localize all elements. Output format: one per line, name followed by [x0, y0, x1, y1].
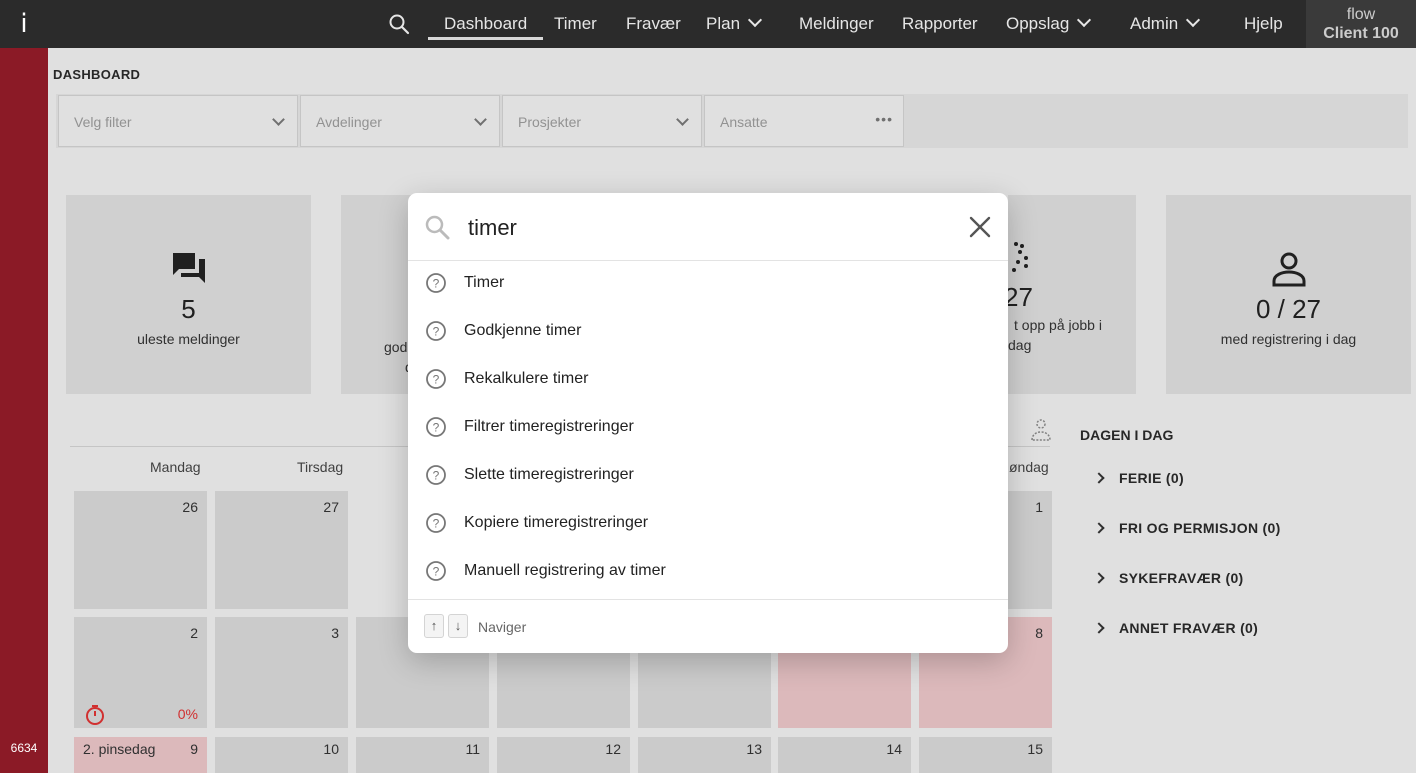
left-rail: i 6634 [0, 0, 48, 773]
nav-dashboard[interactable]: Dashboard [444, 0, 527, 48]
arrow-down-key: ↓ [448, 614, 468, 638]
result-label: Slette timeregistreringer [464, 466, 634, 483]
search-result[interactable]: ? Slette timeregistreringer [408, 453, 1008, 501]
search-result[interactable]: ? Rekalkulere timer [408, 357, 1008, 405]
help-icon: ? [426, 273, 446, 293]
chevron-down-icon [1186, 12, 1201, 28]
close-icon[interactable] [968, 215, 992, 239]
search-result[interactable]: ? Manuell registrering av timer [408, 549, 1008, 597]
svg-text:?: ? [433, 373, 440, 387]
arrow-up-key: ↑ [424, 614, 444, 638]
nav-meldinger[interactable]: Meldinger [799, 0, 874, 48]
search-results: ? Timer ? Godkjenne timer ? Rekalkulere tim… [408, 261, 1008, 597]
top-navigation: Dashboard Timer Fravær Plan Meldinger Ra… [48, 0, 1416, 48]
nav-timer[interactable]: Timer [554, 0, 597, 48]
result-label: Rekalkulere timer [464, 370, 589, 387]
result-label: Timer [464, 274, 505, 291]
chevron-down-icon [747, 12, 763, 28]
client-product: flow [1346, 6, 1376, 23]
version-label: 6634 [10, 741, 38, 755]
navigate-hint: Naviger [478, 619, 527, 635]
result-label: Filtrer timeregistreringer [464, 418, 634, 435]
nav-oppslag-label: Oppslag [1006, 14, 1070, 33]
result-label: Godkjenne timer [464, 322, 582, 339]
svg-text:?: ? [433, 421, 440, 435]
nav-admin-label: Admin [1130, 14, 1179, 33]
search-icon [425, 215, 450, 240]
chevron-down-icon [1077, 12, 1092, 28]
nav-hjelp[interactable]: Hjelp [1244, 0, 1283, 48]
help-icon: ? [426, 561, 446, 581]
svg-text:?: ? [433, 517, 440, 531]
active-tab-indicator [428, 37, 543, 40]
app-logo[interactable]: i [0, 0, 48, 48]
search-result[interactable]: ? Filtrer timeregistreringer [408, 405, 1008, 453]
svg-text:?: ? [433, 325, 440, 339]
client-name: Client 100 [1323, 25, 1399, 42]
modal-footer: ↑ ↓ Naviger [408, 599, 1008, 653]
result-label: Kopiere timeregistreringer [464, 514, 649, 531]
help-icon: ? [426, 465, 446, 485]
nav-rapporter[interactable]: Rapporter [902, 0, 978, 48]
search-result[interactable]: ? Kopiere timeregistreringer [408, 501, 1008, 549]
help-icon: ? [426, 321, 446, 341]
search-modal: ? Timer ? Godkjenne timer ? Rekalkulere tim… [408, 193, 1008, 653]
nav-fravaer[interactable]: Fravær [626, 0, 681, 48]
svg-text:?: ? [433, 565, 440, 579]
search-icon[interactable] [388, 13, 410, 35]
nav-oppslag[interactable]: Oppslag [1006, 0, 1092, 48]
search-result[interactable]: ? Timer [408, 261, 1008, 309]
help-icon: ? [426, 369, 446, 389]
search-input[interactable] [468, 211, 938, 245]
nav-plan[interactable]: Plan [706, 0, 763, 48]
svg-text:?: ? [433, 469, 440, 483]
search-result[interactable]: ? Godkjenne timer [408, 309, 1008, 357]
nav-plan-label: Plan [706, 14, 741, 33]
search-row [408, 193, 1008, 261]
help-icon: ? [426, 417, 446, 437]
svg-text:?: ? [433, 277, 440, 291]
client-switcher[interactable]: flow Client 100 [1306, 0, 1416, 48]
result-label: Manuell registrering av timer [464, 562, 666, 579]
nav-admin[interactable]: Admin [1130, 0, 1201, 48]
help-icon: ? [426, 513, 446, 533]
